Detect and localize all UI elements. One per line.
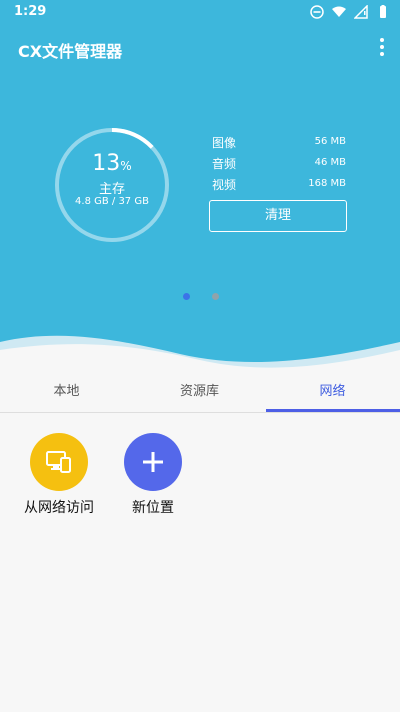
storage-gauge[interactable]: 13% 主存 4.8 GB / 37 GB — [52, 125, 172, 245]
stat-value: 46 MB — [314, 157, 346, 168]
status-bar: 1:29 — [0, 0, 400, 24]
page-indicator — [183, 293, 219, 300]
tab-library[interactable]: 资源库 — [133, 375, 266, 412]
wifi-icon — [332, 6, 346, 17]
tab-network[interactable]: 网络 — [266, 375, 399, 412]
app-title: CX文件管理器 — [18, 42, 123, 61]
tab-indicator — [266, 409, 400, 412]
percent-sign: % — [120, 159, 132, 173]
tab-local[interactable]: 本地 — [0, 375, 133, 412]
app-bar: CX文件管理器 — [0, 30, 400, 64]
tab-bar: 本地 资源库 网络 — [0, 375, 400, 413]
stat-value: 56 MB — [314, 136, 346, 147]
new-location-button[interactable] — [124, 433, 182, 491]
network-devices-icon — [46, 451, 71, 473]
stat-name: 音频 — [212, 157, 237, 171]
access-network-item[interactable]: 从网络访问 — [14, 433, 104, 523]
stat-row-video[interactable]: 视频 168 MB — [212, 176, 346, 197]
clean-button[interactable]: 清理 — [209, 200, 347, 232]
wave-decoration — [0, 335, 400, 375]
storage-size: 4.8 GB / 37 GB — [75, 196, 149, 207]
page-dot-active — [183, 293, 190, 300]
more-options-icon[interactable] — [378, 38, 386, 56]
status-time: 1:29 — [14, 4, 47, 19]
status-icons — [310, 4, 390, 20]
access-network-label: 从网络访问 — [24, 500, 94, 516]
header-panel: 1:29 CX文件管理器 13% 主存 4.8 GB / 37 GB 图像 56… — [0, 0, 400, 375]
access-network-button[interactable] — [30, 433, 88, 491]
signal-icon — [354, 5, 368, 19]
media-stats: 图像 56 MB 音频 46 MB 视频 168 MB — [212, 134, 346, 197]
new-location-item[interactable]: 新位置 — [108, 433, 198, 523]
stat-row-images[interactable]: 图像 56 MB — [212, 134, 346, 155]
battery-icon — [380, 5, 386, 18]
stat-value: 168 MB — [308, 178, 346, 189]
new-location-label: 新位置 — [132, 500, 174, 516]
dnd-icon — [310, 5, 324, 19]
stat-row-audio[interactable]: 音频 46 MB — [212, 155, 346, 176]
storage-name: 主存 — [98, 182, 125, 197]
plus-icon — [143, 452, 163, 472]
stat-name: 图像 — [212, 136, 237, 150]
storage-percent: 13% — [52, 151, 172, 176]
storage-percent-value: 13 — [92, 151, 121, 176]
stat-name: 视频 — [212, 178, 237, 192]
page-dot — [212, 293, 219, 300]
